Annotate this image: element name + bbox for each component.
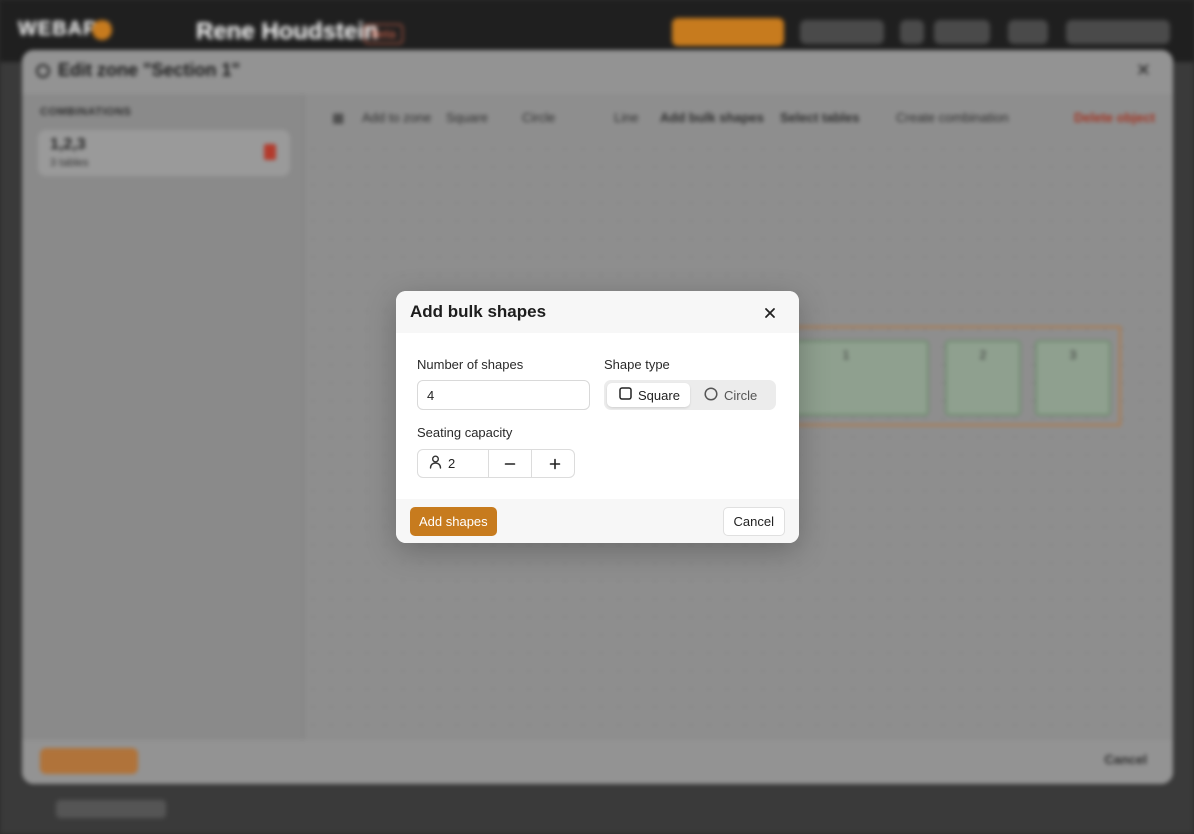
shape-option-label: Circle xyxy=(724,387,758,403)
bottom-nav-item[interactable] xyxy=(56,800,166,818)
select-tables-button[interactable]: Select tables xyxy=(780,110,860,125)
grid-icon[interactable]: ▦ xyxy=(332,110,344,126)
topbar-icon[interactable] xyxy=(900,20,924,44)
person-icon xyxy=(429,455,442,472)
plus-icon xyxy=(549,458,560,469)
combination-sub: 3 tables xyxy=(50,157,89,169)
topbar-button[interactable] xyxy=(1008,20,1048,44)
add-shapes-button[interactable]: Add shapes xyxy=(410,507,497,536)
seating-capacity-stepper: 2 xyxy=(417,449,575,478)
shape-type-selector: Square Circle xyxy=(604,380,776,410)
circle-tool-button[interactable]: Circle xyxy=(522,110,555,125)
edit-zone-footer: Cancel xyxy=(22,740,1173,784)
delete-object-button[interactable]: Delete object xyxy=(1074,110,1155,125)
trash-icon[interactable] xyxy=(264,144,276,160)
number-of-shapes-input[interactable] xyxy=(417,380,590,410)
zone-cancel-button[interactable]: Cancel xyxy=(1104,752,1147,767)
dialog-title: Add bulk shapes xyxy=(410,302,547,321)
combinations-panel: COMBINATIONS 1,2,3 3 tables xyxy=(22,94,304,740)
edit-zone-title: Edit zone "Section 1" xyxy=(58,60,241,80)
shape-option-square[interactable]: Square xyxy=(607,383,690,407)
table-shape[interactable]: 2 xyxy=(945,340,1021,416)
edit-zone-header: Edit zone "Section 1" ✕ xyxy=(22,50,1173,94)
topbar-button[interactable] xyxy=(934,20,990,44)
topbar-button[interactable] xyxy=(800,20,884,44)
square-tool-button[interactable]: Square xyxy=(446,110,488,125)
table-shape[interactable]: 3 xyxy=(1035,340,1111,416)
zone-toolbar: ▦ Add to zone Square Circle Line Add bul… xyxy=(322,102,1162,132)
add-bulk-shapes-button[interactable]: Add bulk shapes xyxy=(660,110,764,125)
save-changes-button[interactable] xyxy=(40,748,138,774)
add-to-zone-button[interactable]: Add to zone xyxy=(362,110,431,125)
close-icon[interactable] xyxy=(761,304,779,322)
number-of-shapes-label: Number of shapes xyxy=(417,357,524,372)
info-icon xyxy=(36,64,50,78)
dialog-header: Add bulk shapes xyxy=(396,291,799,333)
decrement-button[interactable] xyxy=(489,450,532,477)
primary-action-button[interactable] xyxy=(672,18,784,46)
seating-capacity-label: Seating capacity xyxy=(417,425,513,440)
shape-type-label: Shape type xyxy=(604,357,670,372)
shape-option-label: Square xyxy=(638,387,680,403)
circle-icon xyxy=(704,386,718,404)
shape-option-circle[interactable]: Circle xyxy=(694,383,773,407)
seating-capacity-text: 2 xyxy=(448,456,456,471)
seating-capacity-value[interactable]: 2 xyxy=(418,450,489,477)
square-icon xyxy=(619,387,632,403)
topbar-button[interactable] xyxy=(1066,20,1170,44)
increment-button[interactable] xyxy=(533,450,574,477)
add-bulk-shapes-dialog: Add bulk shapes Number of shapes Shape t… xyxy=(396,291,799,543)
create-combination-button[interactable]: Create combination xyxy=(896,110,1009,125)
dialog-body: Number of shapes Shape type Square Circl… xyxy=(396,333,799,499)
logo-mark xyxy=(92,20,112,40)
app-title: Rene Houdstein xyxy=(196,18,379,45)
beta-badge: Beta xyxy=(364,24,403,44)
combinations-label: COMBINATIONS xyxy=(40,106,132,118)
dialog-footer: Add shapes Cancel xyxy=(396,499,799,543)
table-group[interactable]: 1 2 3 xyxy=(749,326,1121,426)
combination-name: 1,2,3 xyxy=(50,136,86,153)
minus-icon xyxy=(504,462,516,465)
line-tool-button[interactable]: Line xyxy=(614,110,639,125)
combination-card[interactable]: 1,2,3 3 tables xyxy=(38,130,290,176)
close-icon[interactable]: ✕ xyxy=(1136,60,1151,81)
cancel-button[interactable]: Cancel xyxy=(722,507,785,536)
